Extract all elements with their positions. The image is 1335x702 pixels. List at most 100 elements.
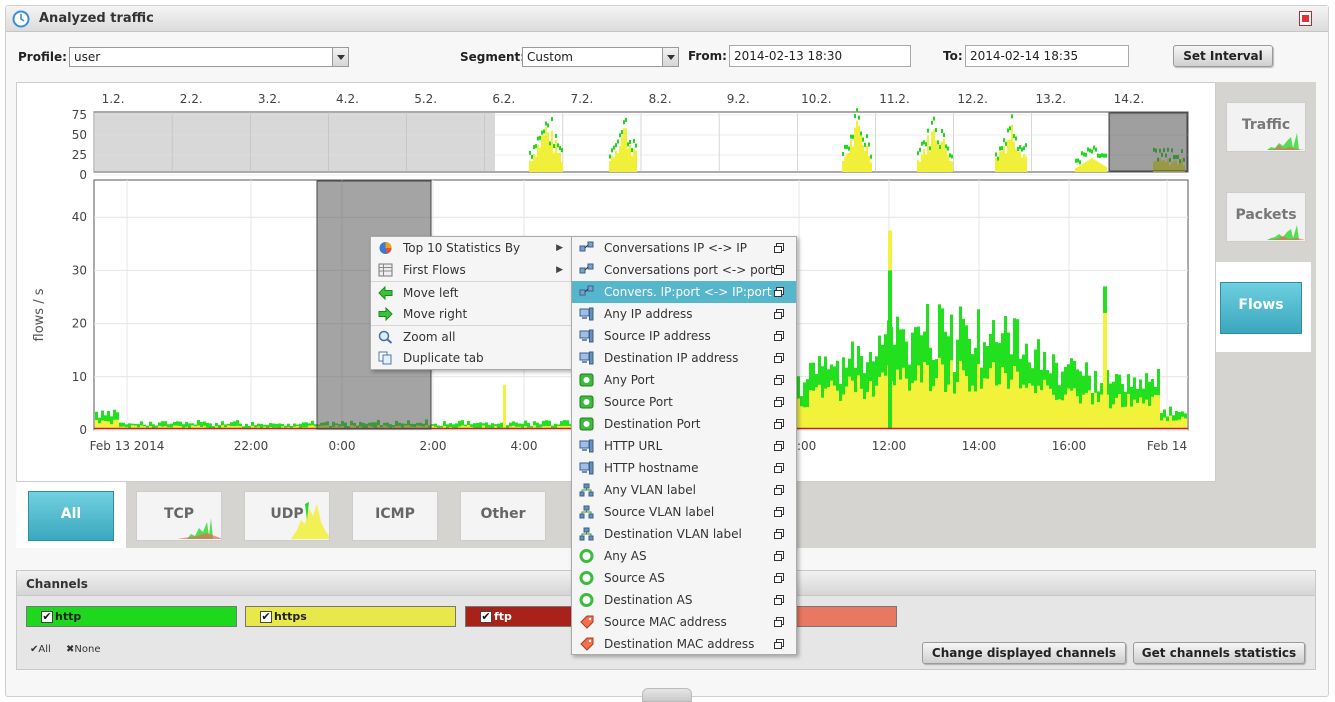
new-window-icon[interactable] xyxy=(774,375,784,385)
overview-bar xyxy=(621,129,623,134)
new-window-icon[interactable] xyxy=(774,397,784,407)
submenu-item[interactable]: Source AS xyxy=(572,567,796,589)
new-window-icon[interactable] xyxy=(774,639,784,649)
change-channels-button[interactable]: Change displayed channels xyxy=(922,642,1126,664)
menu-move-left[interactable]: Move left xyxy=(371,281,571,303)
tab-traffic[interactable]: Traffic xyxy=(1226,102,1306,152)
new-window-icon[interactable] xyxy=(774,265,784,275)
https-bar xyxy=(1055,399,1058,429)
https-bar xyxy=(935,378,938,429)
submenu-item[interactable]: Any AS xyxy=(572,545,796,567)
channel-http[interactable]: ✔ http xyxy=(26,606,237,627)
overview-bar xyxy=(1003,146,1005,172)
submenu-item-label: Destination AS xyxy=(604,593,693,607)
channel-statistics-button[interactable]: Get channels statistics xyxy=(1133,642,1305,664)
overview-selection[interactable] xyxy=(1108,112,1188,172)
channel-https[interactable]: ✔ https xyxy=(245,606,456,627)
tab-udp[interactable]: UDP xyxy=(244,491,330,541)
new-window-icon[interactable] xyxy=(774,287,784,297)
pdf-export-icon[interactable] xyxy=(1299,11,1312,26)
menu-duplicate-tab[interactable]: Duplicate tab xyxy=(371,347,571,369)
submenu-item[interactable]: Convers. IP:port <-> IP:port xyxy=(572,281,796,303)
submenu-item[interactable]: HTTP URL xyxy=(572,435,796,457)
overview-bar xyxy=(852,134,854,139)
https-bar xyxy=(1004,373,1007,429)
new-window-icon[interactable] xyxy=(774,595,784,605)
submenu-item[interactable]: Any Port xyxy=(572,369,796,391)
submenu-item-label: Any AS xyxy=(604,549,647,563)
new-window-icon[interactable] xyxy=(774,463,784,473)
overview-bar xyxy=(848,146,850,151)
submenu-item[interactable]: Source IP address xyxy=(572,325,796,347)
http-bar xyxy=(137,424,140,428)
checkbox-checked-icon[interactable]: ✔ xyxy=(260,611,272,623)
http-bar xyxy=(1058,385,1061,400)
http-bar xyxy=(1148,381,1151,406)
overview-timeline[interactable]: 1.2. 2.2. 3.2. 4.2. 5.2. 6.2. 7.2. 8.2. 9.2. 10.2… xyxy=(72,92,1189,182)
new-window-icon[interactable] xyxy=(774,485,784,495)
set-interval-button[interactable]: Set Interval xyxy=(1173,45,1273,67)
submenu-item[interactable]: Source Port xyxy=(572,391,796,413)
new-window-icon[interactable] xyxy=(774,529,784,539)
checkbox-checked-icon[interactable]: ✔ xyxy=(480,611,492,623)
submenu-item[interactable]: Source VLAN label xyxy=(572,501,796,523)
new-window-icon[interactable] xyxy=(774,617,784,627)
submenu-item[interactable]: Any VLAN label xyxy=(572,479,796,501)
tab-tcp[interactable]: TCP xyxy=(136,491,222,541)
submenu-item[interactable]: Destination MAC address xyxy=(572,633,796,655)
menu-move-right[interactable]: Move right xyxy=(371,303,571,325)
https-bar xyxy=(1001,367,1004,429)
tab-other[interactable]: Other xyxy=(460,491,546,541)
new-window-icon[interactable] xyxy=(774,507,784,517)
new-window-icon[interactable] xyxy=(774,551,784,561)
new-window-icon[interactable] xyxy=(774,573,784,583)
tab-packets[interactable]: Packets xyxy=(1226,192,1306,242)
segment-select[interactable]: Custom xyxy=(522,47,679,67)
submenu-item[interactable]: Source MAC address xyxy=(572,611,796,633)
new-window-icon[interactable] xyxy=(774,353,784,363)
http-bar xyxy=(1157,368,1160,396)
overview-date-label: 6.2. xyxy=(492,92,515,106)
new-window-icon[interactable] xyxy=(774,441,784,451)
new-window-icon[interactable] xyxy=(774,331,784,341)
overview-bar xyxy=(625,128,627,172)
overview-bar xyxy=(864,142,866,147)
overview-bar xyxy=(1105,153,1107,158)
submenu-item[interactable]: Destination Port xyxy=(572,413,796,435)
menu-zoom-all[interactable]: Zoom all xyxy=(371,325,571,347)
select-all-link[interactable]: ✔All xyxy=(30,644,51,655)
new-window-icon[interactable] xyxy=(774,309,784,319)
from-input[interactable]: 2014-02-13 18:30 xyxy=(729,45,911,67)
select-none-link[interactable]: ✖None xyxy=(66,644,100,655)
submenu-item[interactable]: Conversations port <-> port xyxy=(572,259,796,281)
submenu-item[interactable]: Destination AS xyxy=(572,589,796,611)
menu-top10-label: Top 10 Statistics By xyxy=(403,241,521,255)
overview-bar xyxy=(619,133,621,138)
to-input[interactable]: 2014-02-14 18:35 xyxy=(965,45,1129,67)
tab-all[interactable]: All xyxy=(28,491,114,541)
tab-flows[interactable]: Flows xyxy=(1220,282,1302,334)
statistics-submenu: Conversations IP <-> IP Conversations por… xyxy=(571,236,797,655)
menu-top10-statistics[interactable]: Top 10 Statistics By ▶ xyxy=(371,237,571,259)
https-bar xyxy=(902,367,905,429)
overview-bar xyxy=(933,116,935,121)
menu-first-flows[interactable]: First Flows ▶ xyxy=(371,259,571,281)
collapse-handle[interactable] xyxy=(642,688,692,702)
https-bar xyxy=(971,385,974,429)
submenu-item[interactable]: Destination VLAN label xyxy=(572,523,796,545)
tab-icmp[interactable]: ICMP xyxy=(352,491,438,541)
new-window-icon[interactable] xyxy=(774,419,784,429)
overview-bar xyxy=(529,150,531,155)
submenu-item[interactable]: Conversations IP <-> IP xyxy=(572,237,796,259)
menu-zoom-all-label: Zoom all xyxy=(403,330,456,344)
new-window-icon[interactable] xyxy=(774,243,784,253)
submenu-item[interactable]: Any IP address xyxy=(572,303,796,325)
http-bar xyxy=(989,333,992,369)
https-bar xyxy=(1142,403,1145,429)
submenu-item[interactable]: HTTP hostname xyxy=(572,457,796,479)
profile-select[interactable]: user xyxy=(69,47,349,67)
submenu-item[interactable]: Destination IP address xyxy=(572,347,796,369)
http-bar xyxy=(533,421,536,426)
https-bar xyxy=(977,364,980,429)
checkbox-checked-icon[interactable]: ✔ xyxy=(41,611,53,623)
